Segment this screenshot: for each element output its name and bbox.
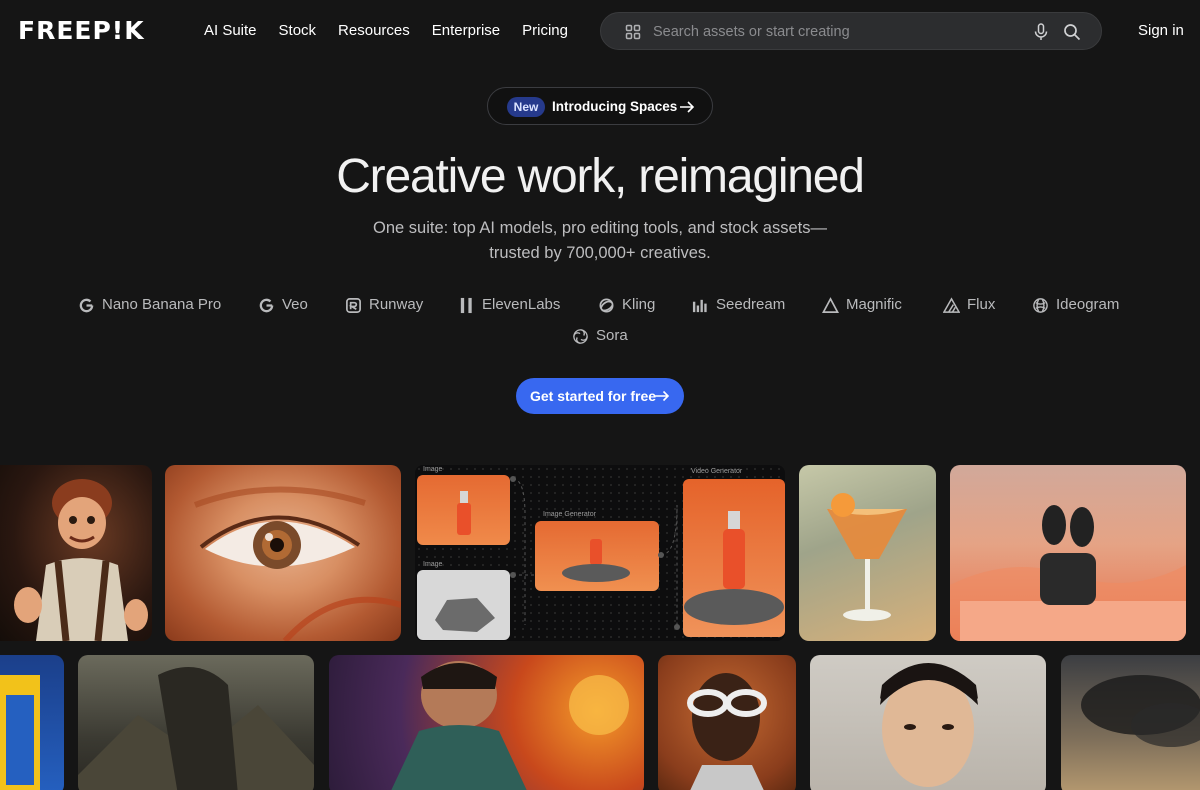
gallery-eye-closeup-image[interactable]: [165, 465, 401, 641]
cocktail-illustration: [827, 493, 907, 621]
model-flux[interactable]: Flux: [943, 294, 995, 316]
hero-subtitle: One suite: top AI models, pro editing to…: [300, 216, 900, 266]
model-label: Magnific: [846, 296, 902, 313]
workflow-canvas[interactable]: Image Image Image Generator Video Genera…: [415, 465, 785, 641]
gallery-blue-package-image[interactable]: [0, 655, 64, 790]
nav-link-enterprise[interactable]: Enterprise: [432, 21, 500, 41]
hero-character-illustration: [391, 661, 629, 790]
hero-subtitle-line-1: One suite: top AI models, pro editing to…: [373, 219, 827, 237]
sign-in-link[interactable]: Sign in: [1138, 21, 1184, 41]
google-icon: [259, 298, 274, 312]
gallery-portrait-man-image[interactable]: [810, 655, 1046, 790]
arrow-right-icon: [680, 101, 695, 113]
nav-links: AI Suite Stock Resources Enterprise Pric…: [204, 21, 568, 41]
elevenlabs-icon: [460, 297, 472, 313]
node-connectors: [510, 476, 680, 630]
gallery-action-hero-image[interactable]: [329, 655, 644, 790]
flux-icon: [943, 296, 960, 313]
top-nav: FREEP!K AI Suite Stock Resources Enterpr…: [0, 0, 1200, 62]
gallery-dinosaur-landscape-image[interactable]: [78, 655, 314, 790]
model-elevenlabs[interactable]: ElevenLabs: [458, 294, 560, 316]
eye-illustration: [193, 486, 401, 641]
earbuds-illustration: [950, 505, 1186, 641]
new-badge: New: [507, 97, 545, 117]
model-veo[interactable]: Veo: [258, 294, 308, 316]
model-label: Sora: [596, 327, 628, 344]
runway-icon: [346, 297, 361, 313]
model-ideogram[interactable]: Ideogram: [1032, 294, 1119, 316]
model-label: Nano Banana Pro: [102, 296, 222, 313]
microphone-icon[interactable]: [1033, 23, 1049, 41]
hero-title: Creative work, reimagined: [336, 150, 865, 203]
gallery-cartoon-character-image[interactable]: [0, 465, 152, 641]
model-seedream[interactable]: Seedream: [692, 294, 785, 316]
search-input[interactable]: Search assets or start creating: [653, 22, 850, 42]
portrait-sunglasses-illustration: [687, 673, 767, 790]
search-bar[interactable]: Search assets or start creating: [600, 12, 1102, 50]
sora-icon: [573, 328, 588, 344]
hero-subtitle-line-2: trusted by 700,000+ creatives.: [489, 244, 711, 262]
model-label: Kling: [622, 296, 656, 313]
freepik-logo[interactable]: FREEP!K: [18, 17, 145, 45]
arrow-right-icon: [655, 390, 670, 402]
seedream-icon: [692, 299, 707, 312]
nav-link-resources[interactable]: Resources: [338, 21, 410, 41]
announcement-pill[interactable]: New Introducing Spaces: [487, 87, 713, 125]
nav-link-stock[interactable]: Stock: [279, 21, 317, 41]
model-label: Flux: [967, 296, 996, 313]
model-label: Seedream: [716, 296, 786, 313]
announcement-text: Introducing Spaces: [552, 99, 678, 114]
kling-icon: [599, 298, 614, 312]
gallery-cocktail-image[interactable]: [799, 465, 936, 641]
ideogram-icon: [1033, 297, 1048, 313]
cartoon-character-illustration: [14, 479, 148, 641]
nav-link-ai-suite[interactable]: AI Suite: [204, 21, 257, 41]
model-runway[interactable]: Runway: [345, 294, 423, 316]
get-started-button[interactable]: Get started for free: [516, 378, 684, 414]
gallery-portrait-sunglasses-image[interactable]: [658, 655, 796, 790]
package-illustration: [0, 675, 40, 790]
search-icon[interactable]: [1063, 23, 1081, 41]
nav-link-pricing[interactable]: Pricing: [522, 21, 568, 41]
apps-grid-icon: [625, 24, 641, 40]
gallery-desert-smoke-image[interactable]: [1061, 655, 1200, 790]
smoke-illustration: [1081, 675, 1200, 747]
portrait-man-illustration: [880, 663, 978, 787]
model-label: ElevenLabs: [482, 296, 561, 313]
get-started-label: Get started for free: [530, 388, 657, 404]
magnific-icon: [822, 296, 839, 313]
model-magnific[interactable]: Magnific: [822, 294, 902, 316]
model-nano-banana-pro[interactable]: Nano Banana Pro: [78, 294, 221, 316]
gallery-earbuds-image[interactable]: [950, 465, 1186, 641]
model-kling[interactable]: Kling: [598, 294, 655, 316]
dinosaur-illustration: [78, 667, 314, 790]
model-sora[interactable]: Sora: [572, 325, 628, 347]
model-label: Ideogram: [1056, 296, 1120, 313]
model-label: Veo: [282, 296, 308, 313]
google-icon: [79, 298, 94, 312]
model-label: Runway: [369, 296, 424, 313]
